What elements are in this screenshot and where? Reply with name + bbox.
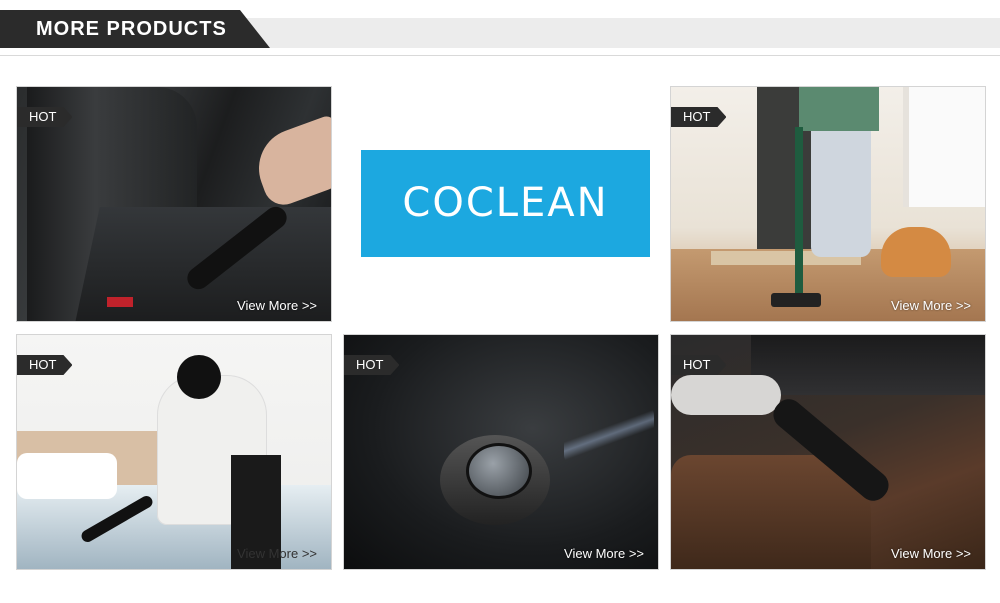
product-tile-car-console[interactable]: HOT View More >> <box>343 334 659 570</box>
view-more-link[interactable]: View More >> <box>237 546 317 561</box>
arm <box>671 375 781 415</box>
stick-vacuum <box>795 127 803 297</box>
divider <box>0 55 1000 56</box>
view-more-link[interactable]: View More >> <box>237 298 317 313</box>
hot-badge: HOT <box>671 355 726 375</box>
vacuum-head <box>771 293 821 307</box>
coclean-logo[interactable]: COCLEAN <box>361 150 650 257</box>
product-tile-car-interior[interactable]: HOT View More >> <box>670 334 986 570</box>
hair <box>177 355 221 399</box>
hot-badge: HOT <box>17 107 72 127</box>
hot-badge: HOT <box>671 107 726 127</box>
shirt <box>799 87 879 131</box>
product-tile-bed-vacuum[interactable]: HOT View More >> <box>16 334 332 570</box>
window <box>903 87 985 207</box>
pillow <box>17 453 117 499</box>
dashboard <box>751 335 985 395</box>
hot-badge: HOT <box>344 355 399 375</box>
dog <box>881 227 951 277</box>
device-top <box>466 443 532 499</box>
seatbelt-buckle <box>107 297 133 307</box>
view-more-link[interactable]: View More >> <box>891 546 971 561</box>
product-tile-stick-vacuum[interactable]: HOT View More >> <box>670 86 986 322</box>
section-title: MORE PRODUCTS <box>36 18 227 40</box>
logo-text: COCLEAN <box>402 180 609 226</box>
product-tile-car-seat[interactable]: HOT View More >> <box>16 86 332 322</box>
view-more-link[interactable]: View More >> <box>891 298 971 313</box>
ambient-light <box>564 405 654 465</box>
section-header: MORE PRODUCTS <box>0 10 1000 52</box>
view-more-link[interactable]: View More >> <box>564 546 644 561</box>
hand <box>247 113 331 211</box>
hot-badge: HOT <box>17 355 72 375</box>
